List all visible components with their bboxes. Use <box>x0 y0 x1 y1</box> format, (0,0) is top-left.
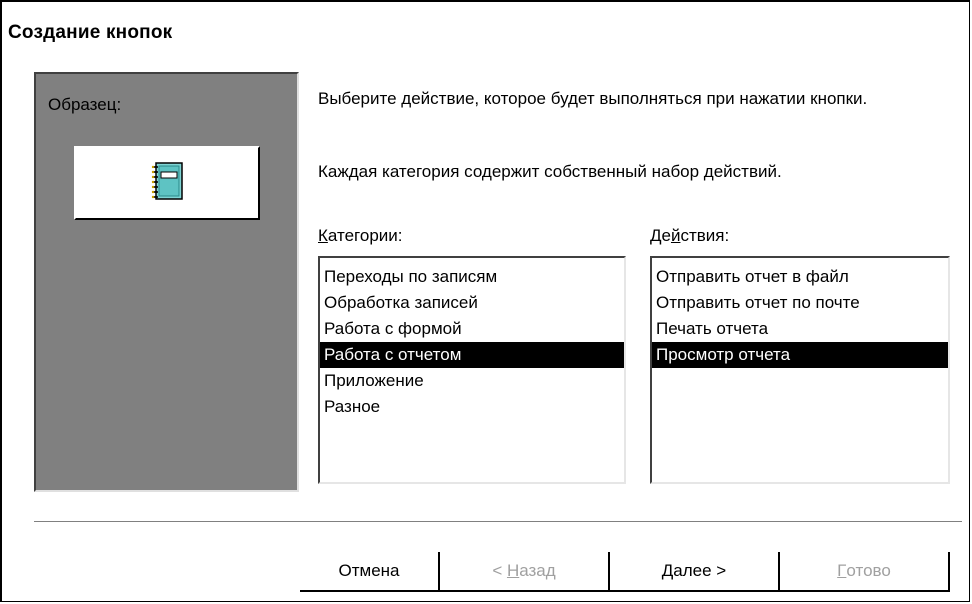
back-label-pre: < <box>492 561 507 580</box>
actions-label-post: ствия: <box>680 226 730 245</box>
cancel-button-label: Отмена <box>338 561 400 580</box>
cancel-button[interactable]: Отмена <box>300 552 440 592</box>
actions-label-pre: Де <box>650 226 671 245</box>
list-item-selected[interactable]: Работа с отчетом <box>320 342 624 368</box>
back-label-post: азад <box>519 561 556 580</box>
list-item[interactable]: Работа с формой <box>320 316 624 342</box>
back-label-accel: Н <box>506 561 520 580</box>
next-label-post: алее > <box>673 561 727 580</box>
back-button[interactable]: < Назад <box>440 552 610 592</box>
sample-button-preview <box>74 146 260 220</box>
categories-label-rest: атегории: <box>327 226 403 245</box>
list-item[interactable]: Обработка записей <box>320 290 624 316</box>
finish-button[interactable]: Готово <box>780 552 950 592</box>
list-item[interactable]: Переходы по записям <box>320 264 624 290</box>
sample-panel <box>34 72 299 492</box>
list-item[interactable]: Отправить отчет по почте <box>652 290 948 316</box>
list-item[interactable]: Отправить отчет в файл <box>652 264 948 290</box>
finish-label-post: отово <box>846 561 891 580</box>
finish-label-accel: Г <box>837 561 847 580</box>
sample-label: Образец: <box>48 95 122 114</box>
list-item-selected[interactable]: Просмотр отчета <box>652 342 948 368</box>
category-info-text: Каждая категория содержит собственный на… <box>318 162 782 181</box>
next-button[interactable]: Далее > <box>610 552 780 592</box>
list-item[interactable]: Приложение <box>320 368 624 394</box>
divider <box>34 521 962 523</box>
categories-label-accel: К <box>318 226 328 245</box>
next-label-accel: Д <box>661 561 674 580</box>
categories-label: Категории: <box>318 226 403 246</box>
instruction-text: Выберите действие, которое будет выполня… <box>318 89 868 108</box>
actions-label: Действия: <box>650 226 729 246</box>
dialog-title: Создание кнопок <box>8 22 173 43</box>
list-item[interactable]: Печать отчета <box>652 316 948 342</box>
list-item[interactable]: Разное <box>320 394 624 420</box>
notebook-icon <box>150 161 184 205</box>
actions-listbox[interactable]: Отправить отчет в файл Отправить отчет п… <box>650 256 950 484</box>
categories-listbox[interactable]: Переходы по записям Обработка записей Ра… <box>318 256 626 484</box>
